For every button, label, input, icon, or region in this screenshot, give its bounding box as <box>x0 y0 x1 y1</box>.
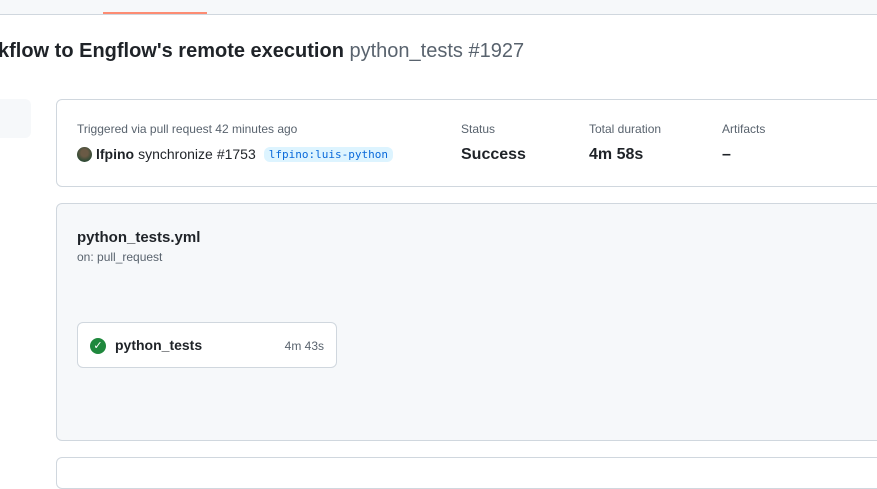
actor-link[interactable]: lfpino <box>96 146 134 162</box>
page-title: kflow to Engflow's remote execution pyth… <box>0 40 524 63</box>
status-label: Status <box>461 122 496 136</box>
job-python-tests[interactable]: ✓ python_tests 4m 43s <box>77 322 337 368</box>
workflow-file-name: python_tests.yml <box>77 229 201 246</box>
workflow-name: python_tests <box>349 40 463 62</box>
artifacts-label: Artifacts <box>722 122 766 136</box>
sidebar-summary-item[interactable] <box>0 99 31 138</box>
avatar[interactable] <box>77 146 92 162</box>
next-section-card <box>56 457 877 489</box>
branch-label[interactable]: lfpino:luis-python <box>263 146 393 162</box>
trigger-text: Triggered via pull request 42 minutes ag… <box>77 122 298 136</box>
pr-link[interactable]: #1753 <box>217 146 256 162</box>
workflow-graph-card: python_tests.yml on: pull_request ✓ pyth… <box>56 203 877 441</box>
job-duration: 4m 43s <box>284 339 324 353</box>
status-value: Success <box>461 146 526 163</box>
job-name: python_tests <box>115 337 203 353</box>
check-circle-icon: ✓ <box>90 338 106 354</box>
run-title: kflow to Engflow's remote execution <box>0 40 344 62</box>
duration-value: 4m 58s <box>589 146 644 163</box>
trigger-details: lfpino synchronize #1753 lfpino:luis-pyt… <box>77 146 393 162</box>
run-summary-card: Triggered via pull request 42 minutes ag… <box>56 99 877 187</box>
event-name: synchronize <box>138 146 213 162</box>
active-tab-indicator <box>103 12 207 14</box>
run-number: #1927 <box>468 40 525 62</box>
duration-label: Total duration <box>589 122 662 136</box>
artifacts-value: – <box>722 146 731 163</box>
workflow-trigger: on: pull_request <box>77 250 163 264</box>
